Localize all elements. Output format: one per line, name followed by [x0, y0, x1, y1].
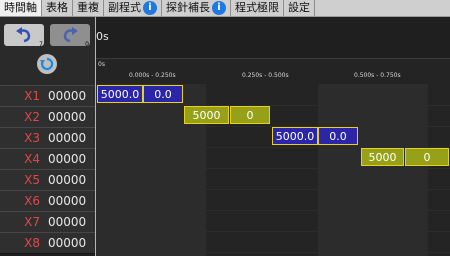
info-icon[interactable]: i [212, 1, 226, 15]
tab-label: 表格 [46, 1, 68, 14]
timeline-block[interactable]: 5000 [184, 106, 229, 124]
timeline-block[interactable]: 0.0 [318, 127, 358, 145]
channel-value: 00000 [48, 131, 87, 145]
tab-2[interactable]: 重複 [73, 0, 104, 16]
channel-name: X1 [24, 89, 40, 103]
row-divider [96, 168, 450, 169]
undo-icon [16, 27, 31, 43]
tab-label: 程式極限 [235, 1, 279, 14]
channel-name: X3 [24, 131, 40, 145]
channel-row[interactable]: X7 00000 [0, 211, 95, 233]
tab-label: 時間軸 [4, 1, 37, 14]
channel-row[interactable]: X4 00000 [0, 148, 95, 170]
row-divider [96, 189, 450, 190]
tab-label: 設定 [288, 1, 310, 14]
row-divider [96, 231, 450, 232]
tab-0[interactable]: 時間軸 [0, 0, 42, 16]
tab-label: 重複 [77, 1, 99, 14]
tab-6[interactable]: 設定 [284, 0, 315, 16]
tab-bar: 時間軸 表格 重複 副程式 i 探針補長 i 程式極限 設定 [0, 0, 450, 17]
channel-value: 00000 [48, 110, 87, 124]
tab-1[interactable]: 表格 [42, 0, 73, 16]
channel-name: X8 [24, 236, 40, 250]
refresh-button[interactable] [37, 54, 57, 74]
channel-name: X7 [24, 215, 40, 229]
row-divider [96, 210, 450, 211]
info-icon[interactable]: i [143, 1, 157, 15]
timeline-block[interactable]: 0.0 [143, 85, 183, 103]
playhead-line [95, 17, 96, 256]
timeline-block[interactable]: 0 [405, 148, 449, 166]
redo-icon [63, 27, 78, 43]
timeline-block[interactable]: 5000.0 [272, 127, 318, 145]
ruler-range-label: 0.250s - 0.500s [242, 72, 289, 79]
timeline-grid[interactable]: 5000.0 0.0 5000 0 5000.0 0.0 5000 0 [96, 84, 450, 256]
timeline-block[interactable]: 5000 [361, 148, 404, 166]
channel-value: 00000 [48, 215, 87, 229]
channel-row[interactable]: X5 00000 [0, 169, 95, 191]
undo-count: 7 [39, 41, 43, 48]
channel-value: 00000 [48, 89, 87, 103]
tab-4[interactable]: 探針補長 i [162, 0, 231, 16]
tab-label: 副程式 [108, 1, 141, 14]
channel-row[interactable]: X3 00000 [0, 127, 95, 149]
current-time: 0s [96, 30, 109, 43]
channel-row[interactable]: X1 00000 [0, 85, 95, 107]
channel-name: X5 [24, 173, 40, 187]
undo-button[interactable]: 7 [4, 24, 44, 48]
ruler-range-label: 0.500s - 0.750s [354, 72, 401, 79]
ruler-zero-label: 0s [98, 61, 105, 68]
redo-button[interactable]: 0 [50, 24, 90, 48]
tab-label: 探針補長 [166, 1, 210, 14]
toolbar: 7 0 [0, 17, 96, 85]
tab-3[interactable]: 副程式 i [104, 0, 162, 16]
channel-value: 00000 [48, 173, 87, 187]
timeline-block[interactable]: 0 [230, 106, 270, 124]
row-divider [96, 252, 450, 253]
tab-5[interactable]: 程式極限 [231, 0, 284, 16]
timeline-block[interactable]: 5000.0 [97, 85, 143, 103]
ruler-range-label: 0.000s - 0.250s [129, 72, 176, 79]
row-divider [96, 105, 450, 106]
channel-value: 00000 [48, 236, 87, 250]
channel-row[interactable]: X2 00000 [0, 106, 95, 128]
channel-row[interactable]: X6 00000 [0, 190, 95, 212]
channel-name: X2 [24, 110, 40, 124]
channel-value: 00000 [48, 194, 87, 208]
channel-row[interactable]: X8 00000 [0, 232, 95, 254]
redo-count: 0 [85, 41, 89, 48]
time-ruler[interactable]: 0s 0.000s - 0.250s 0.250s - 0.500s 0.500… [96, 58, 450, 85]
channel-value: 00000 [48, 152, 87, 166]
channel-name: X4 [24, 152, 40, 166]
refresh-icon [40, 57, 54, 71]
channel-name: X6 [24, 194, 40, 208]
